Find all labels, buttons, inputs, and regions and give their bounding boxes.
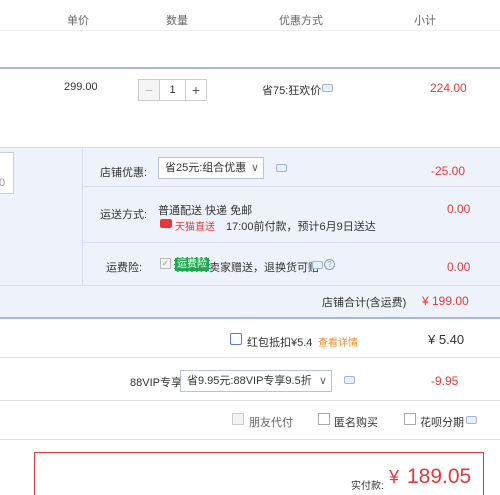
redpack-detail-link[interactable]: 查看详情	[318, 334, 358, 349]
row-divider	[0, 357, 500, 358]
insurance-tag: 运费险	[174, 257, 210, 272]
shop-left-divider	[82, 147, 83, 285]
redpack-amount: ¥ 5.40	[428, 332, 465, 347]
shipping-amount: 0.00	[447, 202, 471, 216]
insurance-amount: 0.00	[447, 260, 471, 274]
row-divider	[0, 285, 500, 286]
qty-input[interactable]: 1	[160, 79, 185, 101]
chat-icon[interactable]	[322, 84, 333, 92]
item-promo: 省75:狂欢价	[262, 85, 322, 97]
insurance-label: 运费险:	[106, 262, 143, 274]
huabei-label: 花呗分期	[420, 417, 464, 429]
help-icon[interactable]: ?	[324, 259, 335, 270]
insurance-text: 卖家赠送，退换货可赔	[209, 262, 319, 274]
anonymous-label: 匿名购买	[334, 417, 378, 429]
pay-label: 实付款:	[351, 481, 384, 492]
qty-minus-button[interactable]: −	[138, 79, 160, 101]
payment-box: 实付款: ¥ 189.05	[34, 452, 484, 495]
col-price-header: 单价	[67, 15, 89, 27]
chat-icon[interactable]	[466, 416, 477, 424]
shop-bottom-border	[0, 317, 500, 319]
row-divider	[83, 186, 500, 187]
shop-discount-value: 省25元:组合优惠	[165, 162, 247, 174]
shipping-method: 普通配送 快递 免邮	[158, 205, 253, 217]
redpack-checkbox[interactable]	[230, 333, 242, 345]
huabei-checkbox[interactable]	[404, 413, 416, 425]
chat-icon[interactable]	[344, 376, 355, 384]
chevron-down-icon: ∨	[250, 162, 259, 174]
col-promo-header: 优惠方式	[279, 15, 323, 27]
chat-icon[interactable]	[276, 164, 287, 172]
pay-amount: 189.05	[407, 465, 472, 488]
vip-label: 88VIP专享	[130, 377, 182, 389]
memo-input[interactable]: 0	[0, 152, 14, 194]
shop-total-value: ¥ 199.00	[422, 294, 469, 308]
item-subtotal: 224.00	[430, 81, 467, 95]
order-confirm-page: 单价 数量 优惠方式 小计 299.00 省75:狂欢价 224.00 − 1 …	[0, 0, 500, 495]
item-row: 299.00 省75:狂欢价 224.00	[0, 69, 500, 147]
shop-total-label: 店铺合计(含运费)	[322, 297, 407, 309]
shipping-label: 运送方式:	[100, 209, 148, 221]
tmall-icon	[160, 219, 172, 228]
pay-currency: ¥	[389, 467, 400, 487]
redpack-label: 红包抵扣¥5.4	[247, 337, 313, 349]
shipping-eta: 17:00前付款，预计6月9日送达	[226, 221, 376, 233]
shop-top-border	[0, 147, 500, 148]
row-divider	[0, 400, 500, 401]
item-price: 299.00	[64, 81, 98, 93]
header-divider	[0, 30, 500, 31]
friend-pay-checkbox[interactable]	[232, 413, 244, 425]
qty-plus-button[interactable]: +	[185, 79, 207, 101]
vip-amount: -9.95	[431, 374, 459, 388]
friend-pay-label: 朋友代付	[249, 417, 293, 429]
anonymous-checkbox[interactable]	[318, 413, 330, 425]
vip-select[interactable]: 省9.95元:88VIP专享9.5折 ∨	[180, 370, 332, 392]
chevron-down-icon: ∨	[318, 375, 327, 387]
insurance-checkbox[interactable]: ✓	[160, 258, 171, 269]
row-divider	[0, 439, 500, 440]
col-qty-header: 数量	[166, 15, 188, 27]
shop-discount-amount: -25.00	[431, 164, 466, 178]
shop-discount-label: 店铺优惠:	[100, 167, 148, 179]
col-subtotal-header: 小计	[414, 15, 436, 27]
table-header: 单价 数量 优惠方式 小计	[0, 0, 500, 30]
quantity-stepper[interactable]: − 1 +	[138, 79, 207, 101]
shop-discount-select[interactable]: 省25元:组合优惠 ∨	[158, 157, 264, 179]
row-divider	[83, 242, 500, 243]
vip-select-value: 省9.95元:88VIP专享9.5折	[187, 375, 312, 387]
chat-icon[interactable]	[312, 261, 323, 269]
tmall-badge: 天猫直送	[175, 222, 215, 233]
